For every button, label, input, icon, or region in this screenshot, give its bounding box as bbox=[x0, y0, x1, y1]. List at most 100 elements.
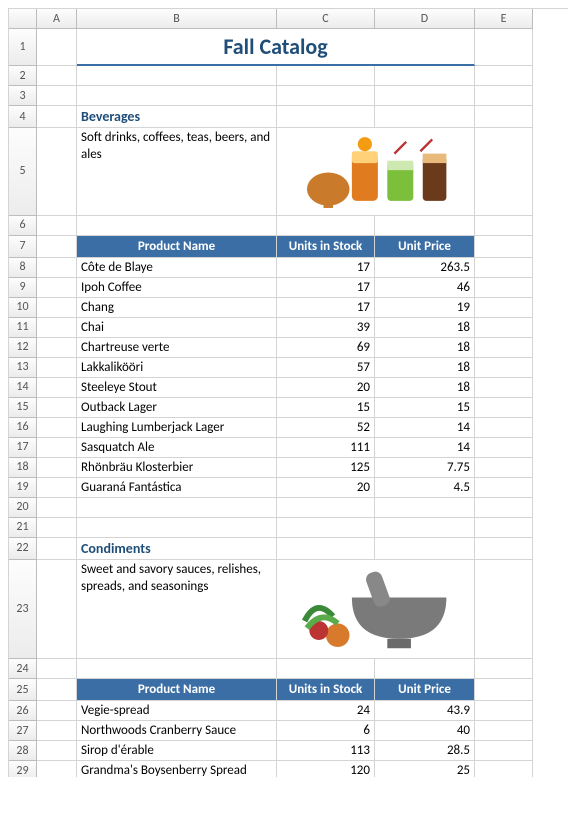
cell[interactable] bbox=[475, 679, 533, 701]
price-cell[interactable]: 14 bbox=[375, 438, 475, 458]
cell[interactable] bbox=[37, 518, 77, 538]
price-cell[interactable]: 4.5 bbox=[375, 478, 475, 498]
col-units-in-stock[interactable]: Units in Stock bbox=[277, 236, 375, 258]
cell[interactable] bbox=[277, 659, 375, 679]
units-cell[interactable]: 111 bbox=[277, 438, 375, 458]
row-header-9[interactable]: 9 bbox=[9, 278, 37, 298]
cell[interactable] bbox=[375, 518, 475, 538]
column-header-D[interactable]: D bbox=[375, 9, 475, 29]
product-name-cell[interactable]: Sirop d'érable bbox=[77, 741, 277, 761]
cell[interactable] bbox=[475, 258, 533, 278]
cell[interactable] bbox=[37, 498, 77, 518]
cell[interactable] bbox=[475, 378, 533, 398]
row-header-8[interactable]: 8 bbox=[9, 258, 37, 278]
product-name-cell[interactable]: Guaraná Fantástica bbox=[77, 478, 277, 498]
cell[interactable] bbox=[277, 216, 375, 236]
cell[interactable] bbox=[375, 86, 475, 106]
price-cell[interactable]: 18 bbox=[375, 318, 475, 338]
units-cell[interactable]: 17 bbox=[277, 298, 375, 318]
cell[interactable] bbox=[37, 458, 77, 478]
cell[interactable] bbox=[277, 86, 375, 106]
product-name-cell[interactable]: Outback Lager bbox=[77, 398, 277, 418]
units-cell[interactable]: 69 bbox=[277, 338, 375, 358]
price-cell[interactable]: 7.75 bbox=[375, 458, 475, 478]
cell[interactable] bbox=[37, 86, 77, 106]
cell[interactable] bbox=[277, 106, 375, 128]
cell[interactable] bbox=[37, 358, 77, 378]
cell[interactable] bbox=[475, 659, 533, 679]
row-header-14[interactable]: 14 bbox=[9, 378, 37, 398]
row-header-15[interactable]: 15 bbox=[9, 398, 37, 418]
cell[interactable] bbox=[375, 106, 475, 128]
row-header-28[interactable]: 28 bbox=[9, 741, 37, 761]
row-header-10[interactable]: 10 bbox=[9, 298, 37, 318]
product-name-cell[interactable]: Côte de Blaye bbox=[77, 258, 277, 278]
row-header-3[interactable]: 3 bbox=[9, 86, 37, 106]
row-header-23[interactable]: 23 bbox=[9, 560, 37, 660]
cell[interactable] bbox=[77, 66, 277, 86]
price-cell[interactable]: 28.5 bbox=[375, 741, 475, 761]
cell[interactable] bbox=[37, 659, 77, 679]
row-header-18[interactable]: 18 bbox=[9, 458, 37, 478]
cell[interactable] bbox=[37, 216, 77, 236]
cell[interactable] bbox=[475, 358, 533, 378]
cell[interactable] bbox=[37, 538, 77, 560]
cell[interactable] bbox=[37, 679, 77, 701]
cell[interactable] bbox=[475, 298, 533, 318]
product-name-cell[interactable]: Chai bbox=[77, 318, 277, 338]
cell[interactable] bbox=[475, 338, 533, 358]
units-cell[interactable]: 17 bbox=[277, 258, 375, 278]
cell[interactable] bbox=[277, 538, 375, 560]
cell[interactable] bbox=[277, 66, 375, 86]
cell[interactable] bbox=[375, 538, 475, 560]
product-name-cell[interactable]: Vegie-spread bbox=[77, 701, 277, 721]
row-header-21[interactable]: 21 bbox=[9, 518, 37, 538]
cell[interactable] bbox=[375, 659, 475, 679]
product-name-cell[interactable]: Chartreuse verte bbox=[77, 338, 277, 358]
price-cell[interactable]: 43.9 bbox=[375, 701, 475, 721]
price-cell[interactable]: 263.5 bbox=[375, 258, 475, 278]
price-cell[interactable]: 15 bbox=[375, 398, 475, 418]
row-header-25[interactable]: 25 bbox=[9, 679, 37, 701]
product-name-cell[interactable]: Ipoh Coffee bbox=[77, 278, 277, 298]
cell[interactable] bbox=[37, 258, 77, 278]
cell[interactable] bbox=[37, 741, 77, 761]
cell[interactable] bbox=[475, 398, 533, 418]
cell[interactable] bbox=[37, 398, 77, 418]
cell[interactable] bbox=[37, 298, 77, 318]
cell[interactable] bbox=[375, 498, 475, 518]
cell[interactable] bbox=[37, 278, 77, 298]
cell[interactable] bbox=[37, 66, 77, 86]
cell[interactable] bbox=[37, 106, 77, 128]
product-name-cell[interactable]: Northwoods Cranberry Sauce bbox=[77, 721, 277, 741]
row-header-27[interactable]: 27 bbox=[9, 721, 37, 741]
price-cell[interactable]: 40 bbox=[375, 721, 475, 741]
column-header-E[interactable]: E bbox=[475, 9, 533, 29]
cell[interactable] bbox=[37, 418, 77, 438]
col-unit-price[interactable]: Unit Price bbox=[375, 679, 475, 701]
cell[interactable] bbox=[475, 216, 533, 236]
cell[interactable] bbox=[475, 29, 533, 66]
price-cell[interactable]: 46 bbox=[375, 278, 475, 298]
row-header-24[interactable]: 24 bbox=[9, 659, 37, 679]
units-cell[interactable]: 113 bbox=[277, 741, 375, 761]
cell[interactable] bbox=[37, 236, 77, 258]
cell[interactable] bbox=[475, 66, 533, 86]
column-header-A[interactable]: A bbox=[37, 9, 77, 29]
cell[interactable] bbox=[77, 659, 277, 679]
cell[interactable] bbox=[475, 478, 533, 498]
cell[interactable] bbox=[475, 278, 533, 298]
price-cell[interactable]: 18 bbox=[375, 358, 475, 378]
row-header-13[interactable]: 13 bbox=[9, 358, 37, 378]
cell[interactable] bbox=[77, 216, 277, 236]
units-cell[interactable]: 24 bbox=[277, 701, 375, 721]
price-cell[interactable]: 14 bbox=[375, 418, 475, 438]
cell[interactable] bbox=[475, 538, 533, 560]
cell[interactable] bbox=[37, 318, 77, 338]
row-header-17[interactable]: 17 bbox=[9, 438, 37, 458]
cell[interactable] bbox=[475, 438, 533, 458]
column-header-B[interactable]: B bbox=[77, 9, 277, 29]
row-header-22[interactable]: 22 bbox=[9, 538, 37, 560]
cell[interactable] bbox=[475, 560, 533, 660]
cell[interactable] bbox=[475, 236, 533, 258]
